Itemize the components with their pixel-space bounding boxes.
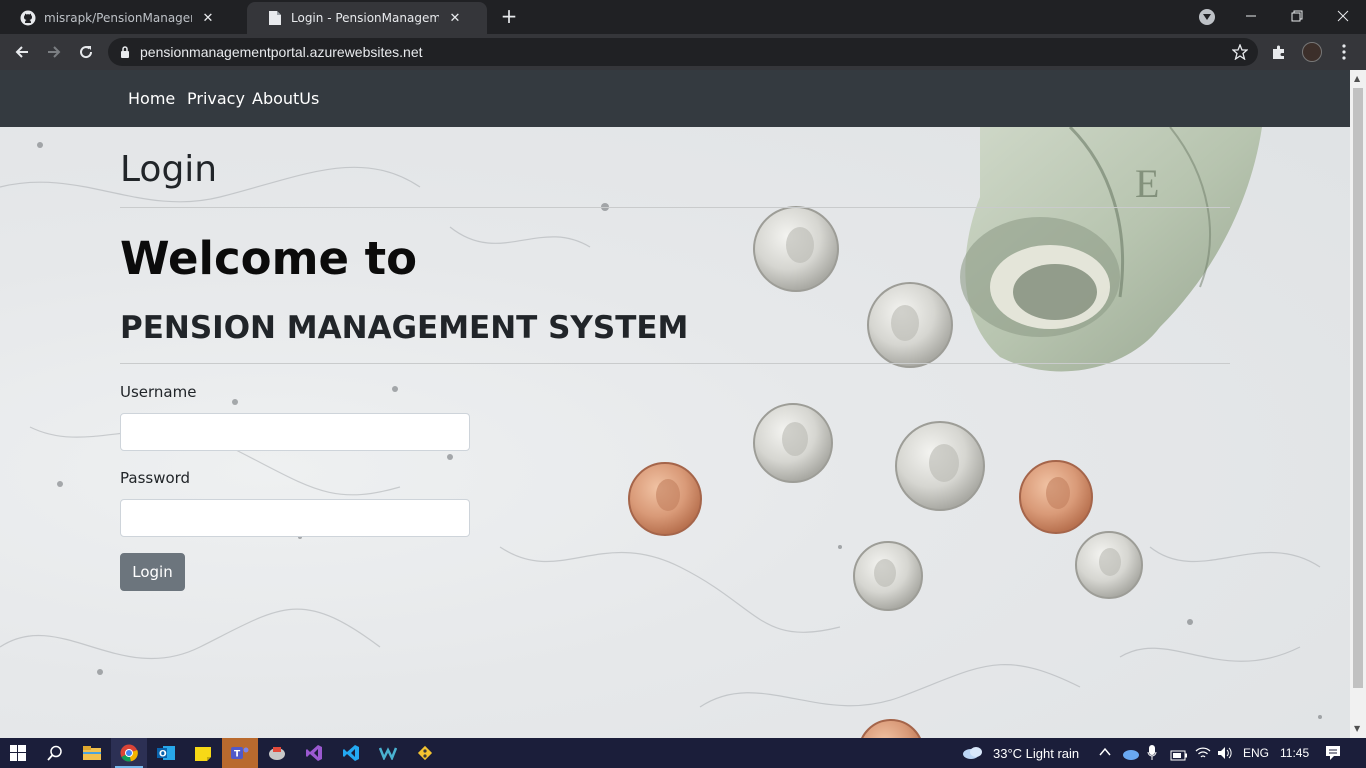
scroll-down-arrow-icon[interactable]: ▼ [1354, 724, 1360, 733]
tab-search-icon[interactable] [1199, 9, 1215, 25]
password-label: Password [120, 469, 191, 487]
bookmark-star-icon[interactable] [1231, 43, 1249, 64]
page-viewport: E Home Privacy AboutUs Login Welcome to … [0, 70, 1350, 738]
username-input[interactable] [120, 413, 470, 451]
menu-kebab-icon[interactable] [1332, 40, 1356, 64]
divider [120, 207, 1230, 208]
welcome-heading: Welcome to [120, 232, 418, 285]
microphone-icon[interactable] [1147, 744, 1157, 766]
wifi-icon[interactable] [1195, 745, 1211, 764]
visual-studio-icon[interactable] [296, 738, 332, 768]
minimize-button[interactable] [1228, 0, 1274, 32]
page-icon [267, 10, 283, 26]
clock-time[interactable]: 11:45 [1280, 746, 1309, 760]
nav-link-privacy[interactable]: Privacy [187, 89, 245, 108]
svg-text:T: T [234, 750, 241, 760]
page-title: Login [120, 149, 218, 190]
volume-icon[interactable] [1217, 745, 1235, 764]
tab-login[interactable]: Login - PensionManagementPort ✕ [247, 2, 487, 34]
svg-text:E: E [1135, 161, 1159, 206]
restore-button[interactable] [1274, 0, 1320, 32]
svg-text:O: O [159, 750, 167, 760]
onedrive-icon[interactable] [1121, 746, 1139, 765]
windows-taskbar: O T 33°C Light rain ENG 11:45 [0, 738, 1366, 768]
profile-avatar[interactable] [1302, 42, 1322, 62]
notification-center-icon[interactable] [1325, 745, 1341, 765]
login-button[interactable]: Login [120, 553, 185, 591]
browser-tab-strip: misrapk/PensionManagement-Po ✕ Login - P… [0, 0, 1366, 34]
username-label: Username [120, 383, 197, 401]
scroll-up-arrow-icon[interactable]: ▲ [1354, 74, 1360, 83]
webex-icon[interactable] [370, 738, 406, 768]
tab-github[interactable]: misrapk/PensionManagement-Po ✕ [0, 2, 247, 34]
extensions-puzzle-icon[interactable] [1267, 40, 1291, 64]
nav-link-aboutus[interactable]: AboutUs [252, 89, 319, 108]
system-title: PENSION MANAGEMENT SYSTEM [120, 310, 689, 346]
lock-icon [120, 43, 130, 62]
close-icon[interactable]: ✕ [447, 10, 463, 26]
file-explorer-icon[interactable] [74, 738, 110, 768]
tab-title: Login - PensionManagementPort [291, 11, 439, 25]
search-icon[interactable] [37, 738, 73, 768]
browser-toolbar: pensionmanagementportal.azurewebsites.ne… [0, 34, 1366, 70]
page-scrollbar[interactable]: ▲ ▼ [1350, 70, 1366, 738]
tray-chevron-up-icon[interactable] [1099, 746, 1111, 760]
nav-link-home[interactable]: Home [128, 89, 175, 108]
chrome-icon[interactable] [111, 738, 147, 768]
vscode-icon[interactable] [333, 738, 369, 768]
back-button[interactable] [10, 40, 34, 64]
windows-start-icon[interactable] [0, 738, 36, 768]
snip-tool-icon[interactable] [259, 738, 295, 768]
site-navbar: Home Privacy AboutUs [0, 70, 1350, 127]
battery-icon[interactable] [1170, 747, 1188, 766]
git-icon[interactable] [407, 738, 443, 768]
weather-text[interactable]: 33°C Light rain [993, 746, 1079, 761]
new-tab-button[interactable]: + [499, 6, 519, 26]
reload-button[interactable] [74, 40, 98, 64]
teams-icon[interactable]: T [222, 738, 258, 768]
close-window-button[interactable] [1320, 0, 1366, 32]
scroll-thumb[interactable] [1353, 88, 1363, 688]
divider [120, 363, 1230, 364]
close-icon[interactable]: ✕ [200, 10, 216, 26]
forward-button[interactable] [42, 40, 66, 64]
weather-cloud-icon[interactable] [962, 744, 984, 764]
outlook-icon[interactable]: O [148, 738, 184, 768]
sticky-notes-icon[interactable] [185, 738, 221, 768]
github-icon [20, 10, 36, 26]
language-indicator[interactable]: ENG [1243, 746, 1269, 760]
tab-title: misrapk/PensionManagement-Po [44, 11, 192, 25]
address-bar[interactable]: pensionmanagementportal.azurewebsites.ne… [108, 38, 1258, 66]
url-text: pensionmanagementportal.azurewebsites.ne… [140, 44, 423, 60]
password-input[interactable] [120, 499, 470, 537]
